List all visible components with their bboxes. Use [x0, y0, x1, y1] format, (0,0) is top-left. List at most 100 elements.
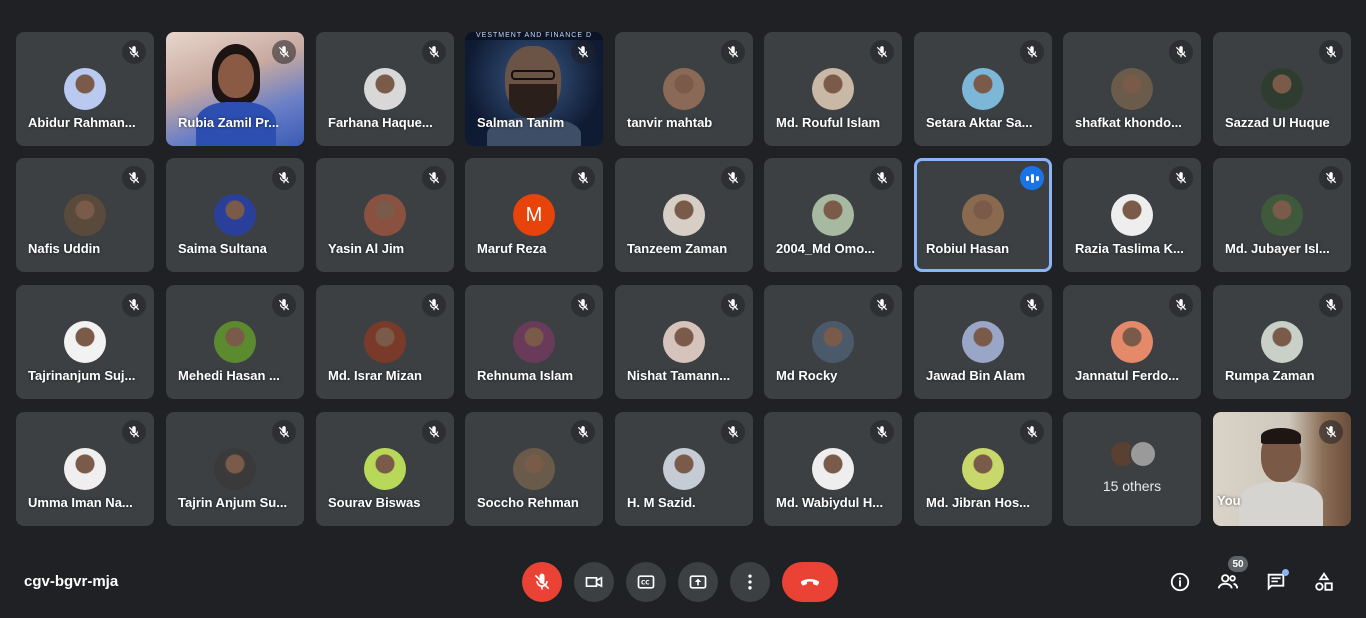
participant-tile[interactable]: M Maruf Reza — [465, 158, 603, 272]
people-button[interactable]: 50 — [1214, 556, 1248, 596]
participant-name: Razia Taslima K... — [1075, 241, 1184, 256]
avatar — [812, 68, 854, 110]
present-screen-button[interactable] — [678, 562, 718, 602]
participant-tile[interactable]: Md. Israr Mizan — [316, 285, 454, 399]
participant-tile[interactable]: Nishat Tamann... — [615, 285, 753, 399]
avatar — [962, 321, 1004, 363]
participant-tile[interactable]: Umma Iman Na... — [16, 412, 154, 526]
participant-name: Mehedi Hasan ... — [178, 368, 280, 383]
participant-tile[interactable]: Robiul Hasan — [914, 158, 1052, 272]
mic-off-icon — [122, 420, 146, 444]
mic-off-icon — [571, 420, 595, 444]
avatar — [962, 68, 1004, 110]
participant-tile[interactable]: Jannatul Ferdo... — [1063, 285, 1201, 399]
mic-off-icon — [122, 166, 146, 190]
participant-tile[interactable]: Tanzeem Zaman — [615, 158, 753, 272]
activities-icon — [1315, 572, 1333, 591]
mic-off-icon — [721, 420, 745, 444]
participant-tile[interactable]: Rubia Zamil Pr... — [166, 32, 304, 146]
participant-name: Tanzeem Zaman — [627, 241, 728, 256]
avatar — [663, 448, 705, 490]
end-call-button[interactable] — [782, 562, 838, 602]
participant-tile[interactable]: Md. Jubayer Isl... — [1213, 158, 1351, 272]
participant-name: Nafis Uddin — [28, 241, 101, 256]
meet-stage: Abidur Rahman... Rubia Zamil Pr... Farhana… — [0, 0, 1366, 618]
participant-tile[interactable]: Tajrinanjum Suj... — [16, 285, 154, 399]
participant-count-badge: 50 — [1228, 556, 1248, 572]
avatar — [513, 448, 555, 490]
participant-tile[interactable]: 2004_Md Omo... — [764, 158, 902, 272]
camera-icon — [585, 576, 603, 588]
others-tile[interactable]: 15 others — [1063, 412, 1201, 526]
participant-tile[interactable]: Setara Aktar Sa... — [914, 32, 1052, 146]
speaking-indicator-icon — [1020, 166, 1044, 190]
chat-button[interactable] — [1262, 568, 1290, 596]
captions-button[interactable]: CC — [626, 562, 666, 602]
participant-name: Md. Wabiydul H... — [776, 495, 884, 510]
participant-tile[interactable]: Yasin Al Jim — [316, 158, 454, 272]
avatar — [962, 194, 1004, 236]
participant-name: tanvir mahtab — [627, 115, 713, 130]
mic-off-icon — [272, 166, 296, 190]
participant-name: Tajrinanjum Suj... — [28, 368, 136, 383]
more-options-button[interactable] — [730, 562, 770, 602]
participant-name: You — [1217, 493, 1241, 508]
participant-tile[interactable]: Nafis Uddin — [16, 158, 154, 272]
present-screen-icon — [689, 575, 707, 589]
video-banner-text: VESTMENT AND FINANCE D — [465, 32, 603, 40]
mic-off-icon — [571, 166, 595, 190]
mic-off-icon — [122, 293, 146, 317]
participant-tile[interactable]: tanvir mahtab — [615, 32, 753, 146]
mic-off-icon — [1319, 166, 1343, 190]
participant-name: Soccho Rehman — [477, 495, 579, 510]
participant-tile[interactable]: Tajrin Anjum Su... — [166, 412, 304, 526]
mic-off-icon — [272, 40, 296, 64]
participant-tile[interactable]: Sazzad Ul Huque — [1213, 32, 1351, 146]
avatar — [64, 68, 106, 110]
mic-off-icon — [870, 166, 894, 190]
participant-tile[interactable]: Md. Jibran Hos... — [914, 412, 1052, 526]
mic-off-icon — [870, 293, 894, 317]
camera-toggle-button[interactable] — [574, 562, 614, 602]
participant-tile[interactable]: Md. Wabiydul H... — [764, 412, 902, 526]
participant-name: Sourav Biswas — [328, 495, 421, 510]
participant-tile[interactable]: Soccho Rehman — [465, 412, 603, 526]
end-call-icon — [800, 579, 820, 586]
mic-off-icon — [422, 420, 446, 444]
participant-tile[interactable]: Abidur Rahman... — [16, 32, 154, 146]
mic-off-icon — [721, 40, 745, 64]
participant-tile[interactable]: Md Rocky — [764, 285, 902, 399]
participant-tile[interactable]: Razia Taslima K... — [1063, 158, 1201, 272]
mic-off-icon — [272, 293, 296, 317]
activities-button[interactable] — [1310, 568, 1338, 596]
mic-off-icon — [870, 420, 894, 444]
mic-off-icon — [1020, 420, 1044, 444]
chat-notification-dot — [1282, 569, 1289, 576]
self-view-tile[interactable]: You — [1213, 412, 1351, 526]
participant-tile[interactable]: VESTMENT AND FINANCE D Salman Tanim — [465, 32, 603, 146]
svg-text:CC: CC — [641, 581, 650, 587]
participant-tile[interactable]: Jawad Bin Alam — [914, 285, 1052, 399]
captions-icon: CC — [637, 575, 655, 589]
participant-tile[interactable]: Mehedi Hasan ... — [166, 285, 304, 399]
participant-tile[interactable]: Saima Sultana — [166, 158, 304, 272]
participant-name: Abidur Rahman... — [28, 115, 136, 130]
participant-name: Umma Iman Na... — [28, 495, 133, 510]
mic-toggle-button[interactable] — [522, 562, 562, 602]
participant-name: Tajrin Anjum Su... — [178, 495, 288, 510]
participant-tile[interactable]: Rumpa Zaman — [1213, 285, 1351, 399]
participant-tile[interactable]: shafkat khondo... — [1063, 32, 1201, 146]
avatar — [1111, 68, 1153, 110]
participant-tile[interactable]: Rehnuma Islam — [465, 285, 603, 399]
mic-off-icon — [1020, 293, 1044, 317]
mic-off-icon — [272, 420, 296, 444]
participant-tile[interactable]: H. M Sazid. — [615, 412, 753, 526]
participant-tile[interactable]: Md. Rouful Islam — [764, 32, 902, 146]
mic-off-icon — [1319, 293, 1343, 317]
meeting-info-button[interactable] — [1166, 568, 1194, 596]
mic-off-icon — [1169, 293, 1193, 317]
participant-tile[interactable]: Farhana Haque... — [316, 32, 454, 146]
mic-off-icon — [1319, 420, 1343, 444]
mic-off-icon — [1169, 166, 1193, 190]
participant-tile[interactable]: Sourav Biswas — [316, 412, 454, 526]
